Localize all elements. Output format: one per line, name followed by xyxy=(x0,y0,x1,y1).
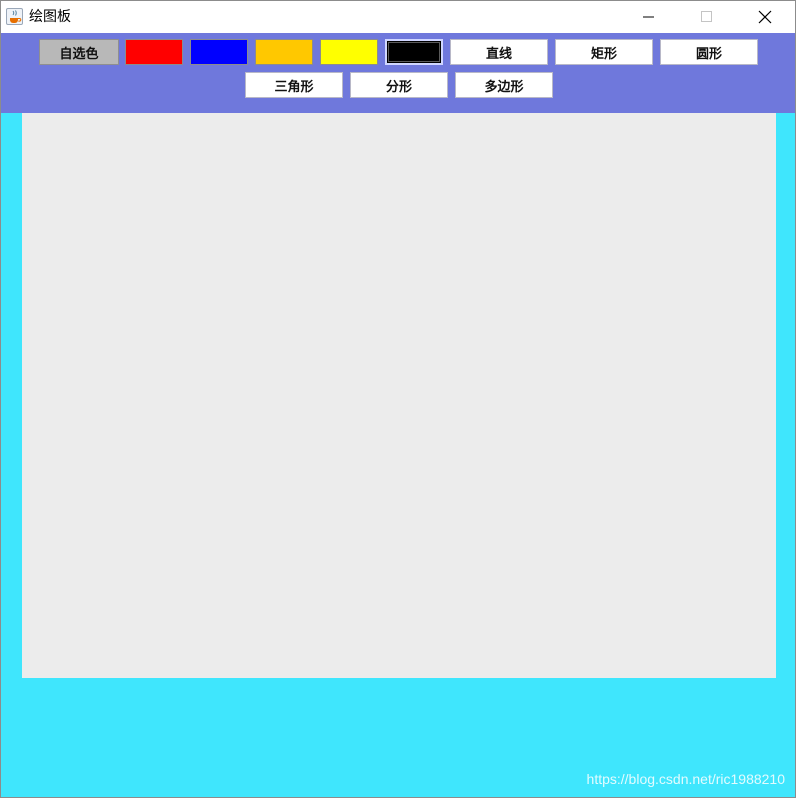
toolbar: 自选色 直线 矩形 圆形 三角形 分形 多边形 xyxy=(1,33,795,113)
maximize-button[interactable] xyxy=(684,1,730,33)
java-cup-icon xyxy=(6,8,23,25)
circle-tool-button[interactable]: 圆形 xyxy=(660,39,758,65)
close-icon xyxy=(758,10,772,24)
drawing-canvas[interactable] xyxy=(22,113,776,678)
minimize-button[interactable] xyxy=(626,1,672,33)
color-swatch-orange[interactable] xyxy=(255,39,313,65)
color-swatch-blue[interactable] xyxy=(190,39,248,65)
rectangle-tool-button[interactable]: 矩形 xyxy=(555,39,653,65)
color-swatch-red[interactable] xyxy=(125,39,183,65)
color-swatch-black[interactable] xyxy=(385,39,443,65)
app-window: 绘图板 自选色 直线 矩形 圆形 三角形 分形 多边形 https://blog… xyxy=(0,0,796,798)
line-tool-button[interactable]: 直线 xyxy=(450,39,548,65)
maximize-icon xyxy=(701,11,712,22)
watermark: https://blog.csdn.net/ric1988210 xyxy=(586,771,785,787)
custom-color-button[interactable]: 自选色 xyxy=(39,39,119,65)
color-swatch-yellow[interactable] xyxy=(320,39,378,65)
fractal-tool-button[interactable]: 分形 xyxy=(350,72,448,98)
triangle-tool-button[interactable]: 三角形 xyxy=(245,72,343,98)
close-button[interactable] xyxy=(742,1,788,33)
window-title: 绘图板 xyxy=(29,9,71,25)
minimize-icon xyxy=(643,16,654,18)
title-bar[interactable]: 绘图板 xyxy=(1,1,795,33)
polygon-tool-button[interactable]: 多边形 xyxy=(455,72,553,98)
